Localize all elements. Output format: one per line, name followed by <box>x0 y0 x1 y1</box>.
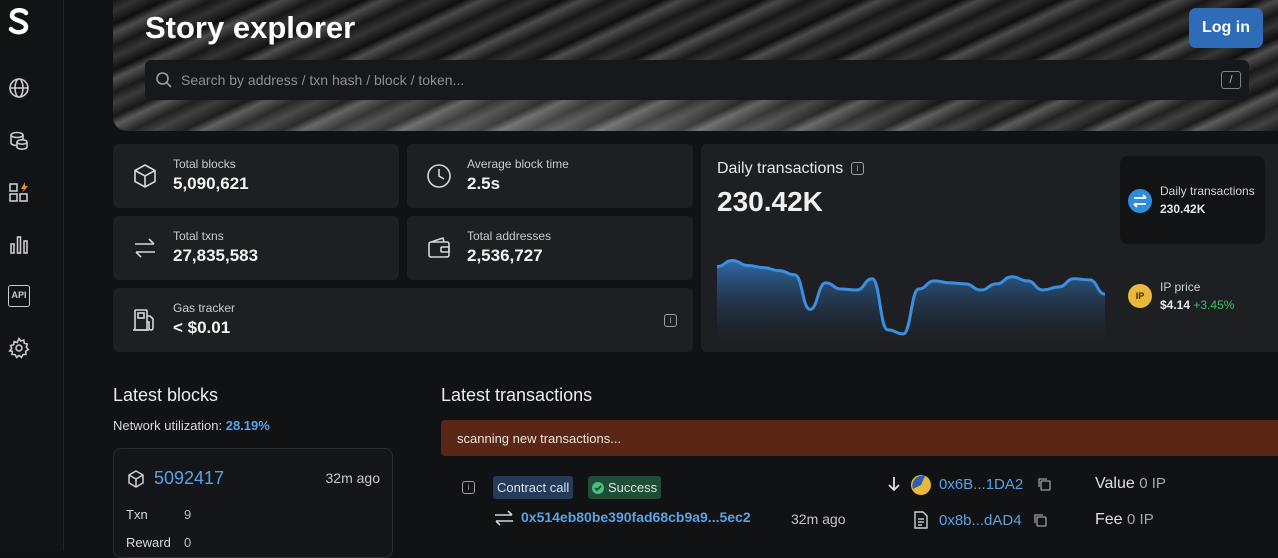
ip-price-row: $4.14 +3.45% <box>1160 298 1234 312</box>
network-utilization-value: 28.19% <box>225 418 270 433</box>
scanning-banner[interactable]: scanning new transactions... <box>441 420 1278 456</box>
latest-transactions-title: Latest transactions <box>441 385 593 405</box>
page-title: Story explorer <box>145 10 356 45</box>
gear-icon[interactable] <box>8 337 30 359</box>
gas-pump-icon <box>133 309 154 331</box>
transfer-icon <box>135 238 155 258</box>
tx-value: Value 0 IP <box>1095 475 1166 493</box>
block-txn-label: Txn <box>126 507 148 522</box>
ip-price-widget[interactable]: IP IP price $4.14 +3.45% <box>1120 268 1265 338</box>
block-card[interactable]: 5092417 32m ago Txn 9 Reward 0 <box>113 448 393 558</box>
tx-value-label: Value <box>1095 475 1135 492</box>
stat-value: < $0.01 <box>173 318 231 337</box>
block-number-link[interactable]: 5092417 <box>154 468 224 489</box>
chart-value: 230.42K <box>717 186 823 217</box>
stat-gas-tracker[interactable]: Gas tracker < $0.01 i <box>113 288 693 352</box>
info-icon[interactable]: i <box>462 481 475 494</box>
copy-icon[interactable] <box>1037 477 1051 491</box>
logo-icon[interactable] <box>6 6 32 36</box>
info-icon[interactable]: i <box>851 162 864 175</box>
stat-label: Total blocks <box>173 157 236 171</box>
search-icon <box>156 72 172 88</box>
stat-avg-block-time: Average block time 2.5s <box>407 144 693 208</box>
globe-icon[interactable] <box>8 77 30 99</box>
hero-banner: Story explorer Log in / <box>113 0 1278 131</box>
main-content: Story explorer Log in / Total blocks 5,0… <box>65 0 1278 558</box>
apps-icon[interactable] <box>8 181 30 203</box>
block-reward-label: Reward <box>126 535 171 550</box>
cube-icon <box>128 470 144 488</box>
address-avatar-icon <box>911 475 931 495</box>
sidebar: API <box>0 0 64 551</box>
stat-total-blocks: Total blocks 5,090,621 <box>113 144 399 208</box>
api-icon[interactable]: API <box>8 285 30 307</box>
tx-age: 32m ago <box>791 511 846 527</box>
daily-transactions-card: Daily transactions i 230.42K Daily trans… <box>701 144 1278 352</box>
clock-icon <box>427 164 451 188</box>
daily-transactions-widget[interactable]: Daily transactions 230.42K <box>1120 156 1265 244</box>
block-reward-value: 0 <box>184 535 192 550</box>
stat-value: 5,090,621 <box>173 174 249 193</box>
copy-icon[interactable] <box>1033 513 1047 527</box>
network-utilization-label: Network utilization: <box>113 418 223 433</box>
chart-title: Daily transactions <box>717 160 844 177</box>
block-age: 32m ago <box>325 470 380 486</box>
wallet-icon <box>428 236 450 258</box>
check-circle-icon <box>592 482 604 494</box>
chart-icon[interactable] <box>8 233 30 255</box>
chart-area <box>717 260 1105 344</box>
stat-label: Average block time <box>467 157 569 171</box>
tx-to-address[interactable]: 0x8b...dAD4 <box>939 512 1022 529</box>
contract-file-icon <box>914 511 928 529</box>
tx-type-badge: Contract call <box>493 476 574 499</box>
ip-price-value: $4.14 <box>1160 298 1191 312</box>
stat-value: 2.5s <box>467 174 501 193</box>
search-bar[interactable]: / <box>145 60 1249 100</box>
tx-value-amount: 0 IP <box>1139 475 1166 492</box>
latest-blocks-title: Latest blocks <box>113 385 219 405</box>
ip-price-change: +3.45% <box>1193 298 1235 312</box>
widget-value: 230.42K <box>1160 202 1206 216</box>
tx-fee-label: Fee <box>1095 511 1123 528</box>
ip-token-icon: IP <box>1128 284 1152 308</box>
daily-transactions-chart <box>717 258 1105 344</box>
stat-label: Total txns <box>173 229 224 243</box>
stat-total-txns: Total txns 27,835,583 <box>113 216 399 280</box>
stat-label: Total addresses <box>467 229 552 243</box>
tx-status-label: Success <box>608 480 658 495</box>
tx-from-address[interactable]: 0x6B...1DA2 <box>939 476 1023 493</box>
login-button[interactable]: Log in <box>1189 8 1263 48</box>
coins-icon[interactable] <box>8 129 30 151</box>
ip-price-label: IP price <box>1160 280 1201 294</box>
stat-total-addresses: Total addresses 2,536,727 <box>407 216 693 280</box>
transfer-icon <box>495 510 513 526</box>
tx-fee-amount: 0 IP <box>1127 511 1154 528</box>
scanning-text: scanning new transactions... <box>457 431 622 446</box>
block-txn-value: 9 <box>184 507 192 522</box>
widget-label: Daily transactions <box>1160 184 1255 198</box>
search-input[interactable] <box>181 60 1201 100</box>
network-utilization: Network utilization: 28.19% <box>113 418 270 433</box>
stat-label: Gas tracker <box>173 301 236 315</box>
shortcut-key: / <box>1221 71 1241 89</box>
arrow-down-icon <box>888 477 900 492</box>
info-icon[interactable]: i <box>664 314 677 327</box>
cube-icon <box>134 164 156 188</box>
transaction-row[interactable]: i Contract call Success 0x514eb80be390fa… <box>441 466 1278 551</box>
tx-status-badge: Success <box>588 476 662 499</box>
tx-fee: Fee 0 IP <box>1095 511 1154 529</box>
tx-hash-link[interactable]: 0x514eb80be390fad68cb9a9...5ec2 <box>521 509 751 525</box>
stat-value: 27,835,583 <box>173 246 259 265</box>
transfer-badge-icon <box>1128 189 1152 213</box>
stat-value: 2,536,727 <box>467 246 543 265</box>
